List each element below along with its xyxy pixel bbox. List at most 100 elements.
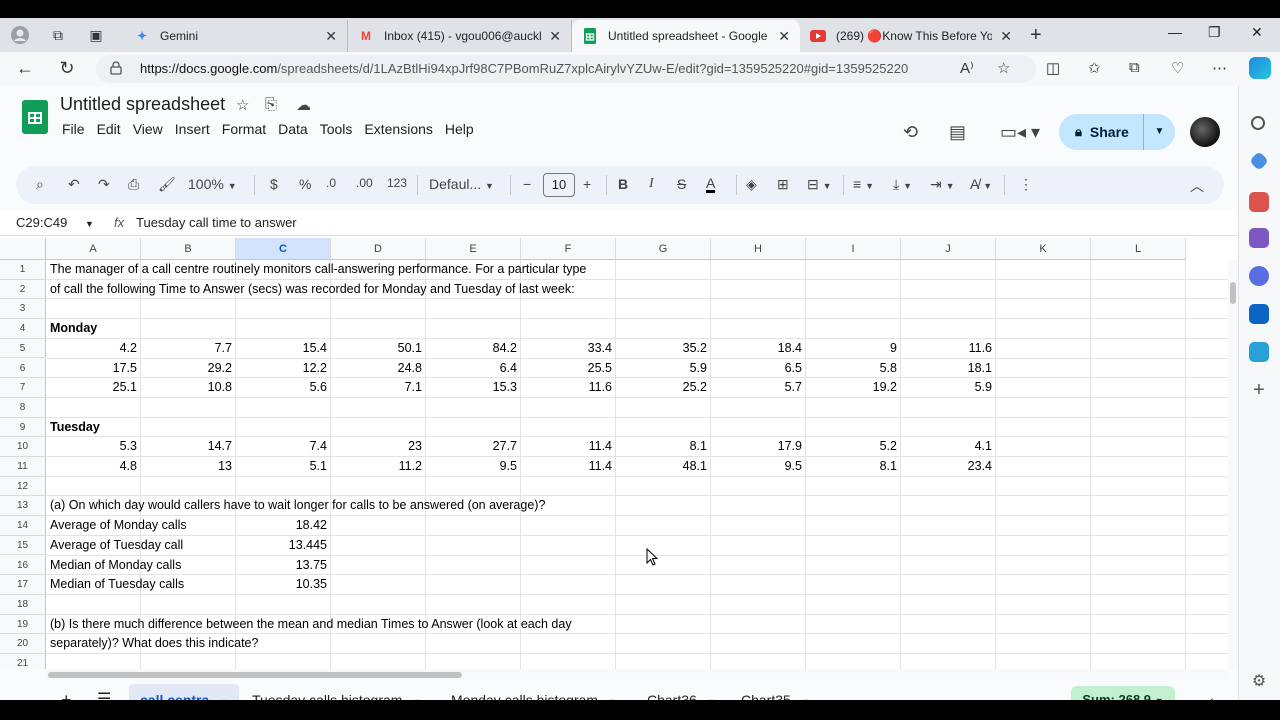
cell-g10[interactable]: 8.1 [616, 437, 711, 457]
cell-j11[interactable]: 23.4 [901, 457, 996, 477]
microsoft365-icon[interactable] [1249, 266, 1269, 286]
more-menu-icon[interactable]: ⋯ [1212, 59, 1227, 77]
cell-a20[interactable]: separately)? What does this indicate? [46, 634, 262, 654]
share-dropdown-icon[interactable]: ▼ [1143, 114, 1175, 150]
cell-h5[interactable]: 18.4 [711, 339, 806, 359]
row-header-19[interactable]: 19 [0, 614, 46, 635]
cell-b6[interactable]: 29.2 [141, 359, 236, 379]
cell-b10[interactable]: 14.7 [141, 437, 236, 457]
merge-cells-icon[interactable]: ⊟ ▼ [807, 176, 832, 193]
sheet-tab-menu-icon[interactable]: ▼ [801, 697, 810, 700]
cell-j5[interactable]: 11.6 [901, 339, 996, 359]
sheet-tab-call-centra[interactable]: call centra ▼ [129, 684, 240, 700]
fill-color-icon[interactable]: ◈ [746, 176, 757, 193]
cell-j6[interactable]: 18.1 [901, 359, 996, 379]
minimize-icon[interactable]: — [1168, 24, 1182, 40]
sheet-tab-tuesday-histogram[interactable]: Tuesday calls histogram ▼ [241, 684, 432, 700]
cell-d6[interactable]: 24.8 [331, 359, 426, 379]
menu-edit[interactable]: Edit [91, 119, 127, 139]
formula-input[interactable]: Tuesday call time to answer [136, 215, 297, 230]
cell-c16[interactable]: 13.75 [236, 556, 331, 576]
close-tab-icon[interactable]: ✕ [549, 28, 561, 45]
cell-a10[interactable]: 5.3 [46, 437, 141, 457]
cell-g6[interactable]: 5.9 [616, 359, 711, 379]
add-sheet-icon[interactable]: + [50, 684, 83, 700]
cell-a9[interactable]: Tuesday [46, 418, 104, 438]
row-header-8[interactable]: 8 [0, 397, 46, 418]
more-options-icon[interactable]: ⋮ [1019, 176, 1033, 193]
select-all-corner[interactable] [0, 238, 46, 260]
cell-f10[interactable]: 11.4 [521, 437, 616, 457]
cell-a2[interactable]: of call the following Time to Answer (se… [46, 280, 579, 300]
menu-extensions[interactable]: Extensions [358, 119, 438, 139]
cell-b11[interactable]: 13 [141, 457, 236, 477]
browser-tab-youtube[interactable]: (269) 🔴Know This Before You D ✕ [800, 20, 1022, 52]
cell-h6[interactable]: 6.5 [711, 359, 806, 379]
read-aloud-icon[interactable]: A⁾ [960, 59, 974, 77]
cell-g11[interactable]: 48.1 [616, 457, 711, 477]
menu-file[interactable]: File [56, 119, 91, 139]
cell-j7[interactable]: 5.9 [901, 378, 996, 398]
cell-h11[interactable]: 9.5 [711, 457, 806, 477]
cell-c7[interactable]: 5.6 [236, 378, 331, 398]
cell-b5[interactable]: 7.7 [141, 339, 236, 359]
text-color-icon[interactable]: A [706, 176, 716, 193]
sheet-tab-menu-icon[interactable]: ▼ [412, 697, 421, 700]
sheets-logo[interactable] [22, 100, 48, 134]
comments-icon[interactable]: ▤ [949, 122, 966, 143]
cell-a16[interactable]: Median of Monday calls [46, 556, 185, 576]
column-header-a[interactable]: A [46, 238, 141, 260]
horizontal-scroll-thumb[interactable] [48, 672, 462, 678]
vertical-scrollbar[interactable] [1228, 260, 1238, 669]
row-header-12[interactable]: 12 [0, 476, 46, 497]
sheet-tab-menu-icon[interactable]: ▼ [608, 697, 617, 700]
cell-e7[interactable]: 15.3 [426, 378, 521, 398]
cell-h7[interactable]: 5.7 [711, 378, 806, 398]
cell-i11[interactable]: 8.1 [806, 457, 901, 477]
strikethrough-icon[interactable]: S [677, 176, 686, 192]
cell-a19[interactable]: (b) Is there much difference between the… [46, 615, 576, 635]
cell-a7[interactable]: 25.1 [46, 378, 141, 398]
sum-summary-button[interactable]: Sum: 268.9 ▼ [1071, 686, 1175, 700]
column-header-g[interactable]: G [616, 238, 711, 260]
avatar[interactable] [1190, 117, 1220, 147]
row-header-20[interactable]: 20 [0, 634, 46, 654]
increase-decimal-button[interactable]: .00 [356, 176, 373, 190]
workspaces-icon[interactable]: ⧉ [48, 25, 68, 45]
cell-i5[interactable]: 9 [806, 339, 901, 359]
spreadsheet-grid[interactable]: A B C D E F G H I J K L 1 2 3 4 5 6 7 8 9 10 11 12 13 14 15 16 17 18 1… [0, 236, 1238, 669]
search-menus-icon[interactable]: ⌕ [36, 176, 44, 193]
text-wrapping-icon[interactable]: ⇥ ▼ [930, 176, 955, 193]
borders-icon[interactable]: ⊞ [777, 176, 789, 193]
currency-format-button[interactable]: $ [270, 176, 278, 192]
send-icon[interactable] [1249, 342, 1269, 362]
new-tab-icon[interactable]: + [1030, 24, 1042, 47]
cell-h10[interactable]: 17.9 [711, 437, 806, 457]
site-info-icon[interactable] [110, 61, 122, 75]
search-icon[interactable] [1251, 116, 1265, 130]
cell-a5[interactable]: 4.2 [46, 339, 141, 359]
cell-c11[interactable]: 5.1 [236, 457, 331, 477]
url-field[interactable]: https://docs.google.com/spreadsheets/d/1… [96, 55, 1036, 83]
close-tab-icon[interactable]: ✕ [325, 28, 337, 45]
menu-insert[interactable]: Insert [169, 119, 216, 139]
menu-data[interactable]: Data [272, 119, 314, 139]
browser-essentials-icon[interactable]: ♡ [1171, 59, 1184, 77]
percent-format-button[interactable]: % [299, 176, 311, 192]
menu-help[interactable]: Help [439, 119, 480, 139]
column-header-h[interactable]: H [711, 238, 806, 260]
cell-g5[interactable]: 35.2 [616, 339, 711, 359]
column-header-l[interactable]: L [1091, 238, 1186, 260]
row-header-2[interactable]: 2 [0, 279, 46, 300]
settings-gear-icon[interactable]: ⚙ [1249, 672, 1269, 692]
favorites-icon[interactable]: ✩ [1088, 59, 1101, 77]
cell-c10[interactable]: 7.4 [236, 437, 331, 457]
cell-c15[interactable]: 13.445 [236, 536, 331, 556]
meet-camera-icon[interactable]: ▭◂ ▾ [1000, 122, 1040, 143]
cell-c17[interactable]: 10.35 [236, 575, 331, 595]
close-tab-icon[interactable]: ✕ [1000, 28, 1012, 45]
cell-c14[interactable]: 18.42 [236, 516, 331, 536]
cell-f7[interactable]: 11.6 [521, 378, 616, 398]
column-header-i[interactable]: I [806, 238, 901, 260]
cell-c5[interactable]: 15.4 [236, 339, 331, 359]
